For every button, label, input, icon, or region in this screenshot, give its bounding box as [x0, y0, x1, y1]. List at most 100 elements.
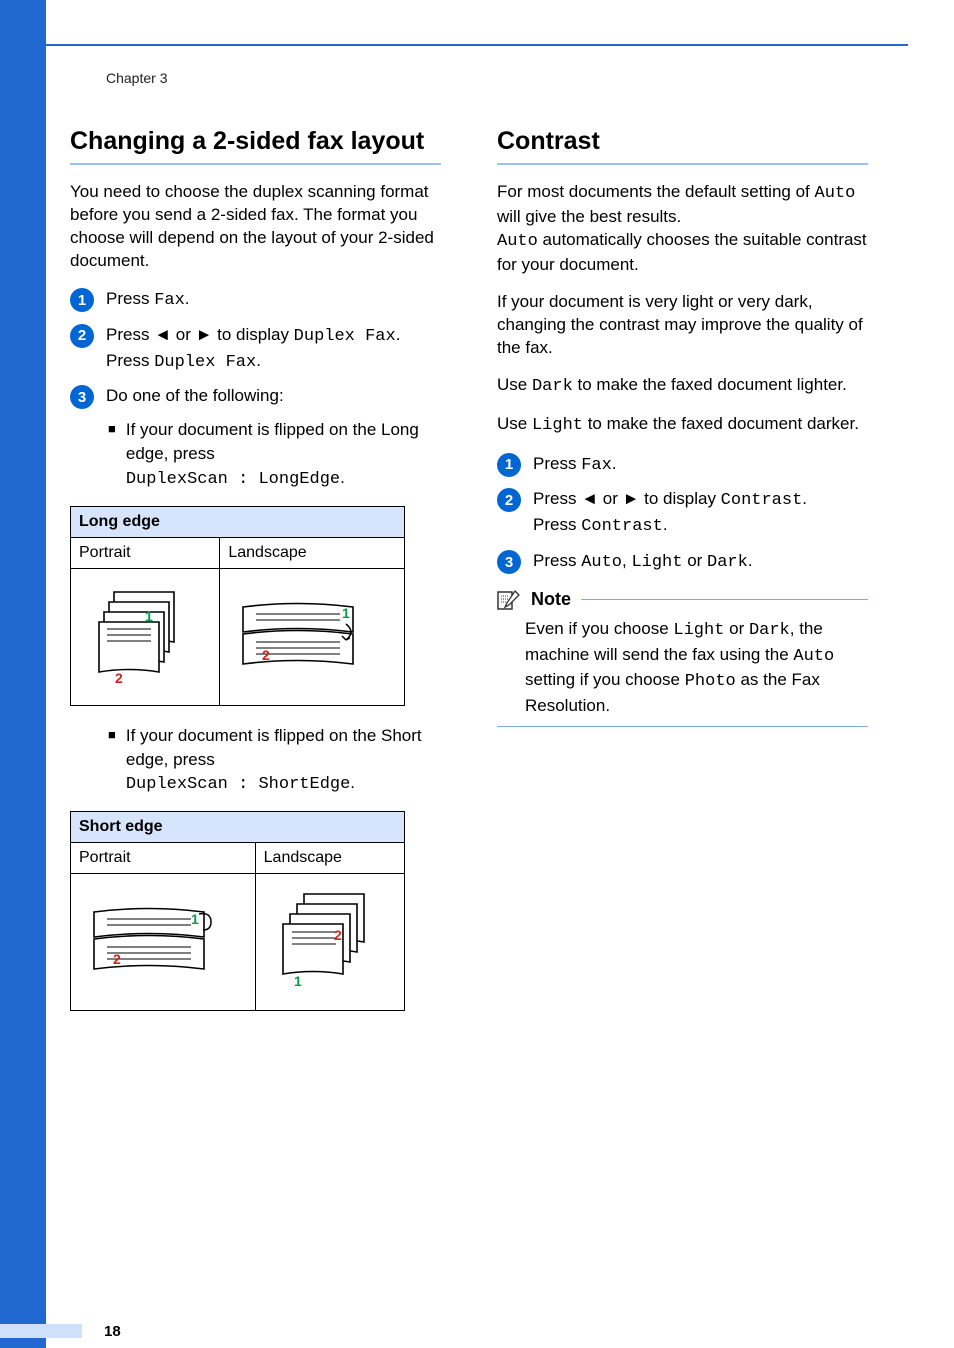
step-3: 3 Do one of the following:: [70, 384, 441, 408]
book-landscape-long-icon: 1 2: [228, 582, 368, 692]
page-number: 18: [104, 1323, 121, 1340]
text: Press: [106, 289, 154, 308]
note-label: Note: [531, 589, 571, 610]
mono-text: DuplexScan : LongEdge: [126, 470, 340, 489]
mono-text: Light: [532, 416, 583, 435]
text: Press: [533, 551, 581, 570]
text: or: [598, 489, 623, 508]
text: setting if you choose: [525, 670, 685, 689]
text: .: [256, 351, 261, 370]
left-column: Changing a 2-sided fax layout You need t…: [70, 126, 441, 1029]
bullet-text: If your document is flipped on the Long …: [126, 418, 441, 491]
step-text: Press Auto, Light or Dark.: [533, 549, 868, 575]
note-body: Even if you choose Light or Dark, the ma…: [525, 617, 868, 718]
step-number-icon: 2: [497, 488, 521, 512]
contrast-step-2: 2 Press ◄ or ► to display Contrast. Pres…: [497, 487, 868, 539]
contrast-step-1: 1 Press Fax.: [497, 452, 868, 478]
page: Chapter 3 Changing a 2-sided fax layout …: [0, 0, 954, 1348]
short-edge-table: Short edge Portrait Landscape: [70, 811, 405, 1011]
page-footer: 18: [0, 1318, 954, 1348]
step-text: Press ◄ or ► to display Contrast. Press …: [533, 487, 868, 539]
note-header: Note: [497, 589, 868, 611]
chapter-label: Chapter 3: [70, 70, 868, 86]
bullet-text: If your document is flipped on the Short…: [126, 724, 441, 797]
mono-text: Light: [673, 621, 724, 640]
figure-label-1: 1: [191, 911, 199, 927]
text: will give the best results.: [497, 207, 681, 226]
contrast-para-3: Use Dark to make the faxed document ligh…: [497, 374, 868, 399]
mono-text: Fax: [581, 456, 612, 475]
text: Press: [533, 515, 581, 534]
table-image-row: 1 2: [71, 568, 405, 705]
long-edge-table: Long edge Portrait Landscape: [70, 506, 405, 706]
text: Press: [106, 325, 154, 344]
table-image-row: 1 2: [71, 874, 405, 1011]
step-text: Press Fax.: [533, 452, 868, 478]
text: Press: [106, 351, 154, 370]
text: to display: [212, 325, 293, 344]
text: Use: [497, 414, 532, 433]
text: or: [724, 619, 749, 638]
step-number-icon: 2: [70, 324, 94, 348]
table-header-row: Long edge: [71, 506, 405, 537]
figure-label-2: 2: [115, 670, 123, 686]
step-number-icon: 3: [497, 550, 521, 574]
table-row: Portrait Landscape: [71, 843, 405, 874]
mono-text: Contrast: [581, 517, 663, 536]
step-2-text: Press ◄ or ► to display Duplex Fax. Pres…: [106, 323, 441, 375]
mono-text: Duplex Fax: [294, 327, 396, 346]
figure-label-1: 1: [294, 973, 302, 989]
contrast-para-1: For most documents the default setting o…: [497, 181, 868, 277]
mono-text: Photo: [685, 672, 736, 691]
bullet-long-edge: ■ If your document is flipped on the Lon…: [108, 418, 441, 491]
text: to display: [639, 489, 720, 508]
step-3-text: Do one of the following:: [106, 384, 441, 408]
text: Press: [533, 454, 581, 473]
note-pencil-icon: [497, 589, 521, 611]
text: .: [396, 325, 401, 344]
heading-2sided-fax: Changing a 2-sided fax layout: [70, 126, 441, 157]
heading-underline: [497, 163, 868, 165]
top-rule: [46, 44, 908, 46]
figure-label-1: 1: [145, 608, 153, 624]
col-portrait-label: Portrait: [71, 537, 220, 568]
book-portrait-long-icon: 1 2: [79, 577, 189, 697]
step-1-text: Press Fax.: [106, 287, 441, 313]
mono-text: Duplex Fax: [154, 353, 256, 372]
table-header-row: Short edge: [71, 812, 405, 843]
left-margin-strip: [0, 0, 46, 1348]
text: Even if you choose: [525, 619, 673, 638]
text: to make the faxed document lighter.: [573, 375, 847, 394]
heading-contrast: Contrast: [497, 126, 868, 157]
text: .: [340, 468, 345, 487]
two-columns: Changing a 2-sided fax layout You need t…: [70, 126, 868, 1029]
text: .: [748, 551, 753, 570]
col-landscape-label: Landscape: [220, 537, 405, 568]
mono-text: Auto: [815, 184, 856, 203]
table-header: Short edge: [71, 812, 405, 843]
contrast-step-3: 3 Press Auto, Light or Dark.: [497, 549, 868, 575]
intro-paragraph: You need to choose the duplex scanning f…: [70, 181, 441, 273]
content-area: Chapter 3 Changing a 2-sided fax layout …: [70, 70, 908, 1029]
text: For most documents the default setting o…: [497, 182, 815, 201]
text: .: [663, 515, 668, 534]
note-rule: [581, 599, 868, 600]
long-edge-landscape-figure: 1 2: [220, 568, 405, 705]
col-portrait-label: Portrait: [71, 843, 256, 874]
figure-label-2: 2: [334, 927, 342, 943]
mono-text: DuplexScan : ShortEdge: [126, 775, 350, 794]
col-landscape-label: Landscape: [255, 843, 404, 874]
text: .: [185, 289, 190, 308]
mono-text: Auto: [793, 647, 834, 666]
book-portrait-short-icon: 1 2: [79, 892, 219, 992]
mono-text: Auto: [497, 232, 538, 251]
step-1: 1 Press Fax.: [70, 287, 441, 313]
text: or: [682, 551, 707, 570]
text: .: [350, 773, 355, 792]
step-2: 2 Press ◄ or ► to display Duplex Fax. Pr…: [70, 323, 441, 375]
figure-label-2: 2: [262, 647, 270, 663]
text: automatically chooses the suitable contr…: [497, 230, 867, 274]
figure-label-1: 1: [342, 605, 350, 621]
square-bullet-icon: ■: [108, 724, 116, 746]
arrow-right-icon: ►: [623, 489, 640, 508]
